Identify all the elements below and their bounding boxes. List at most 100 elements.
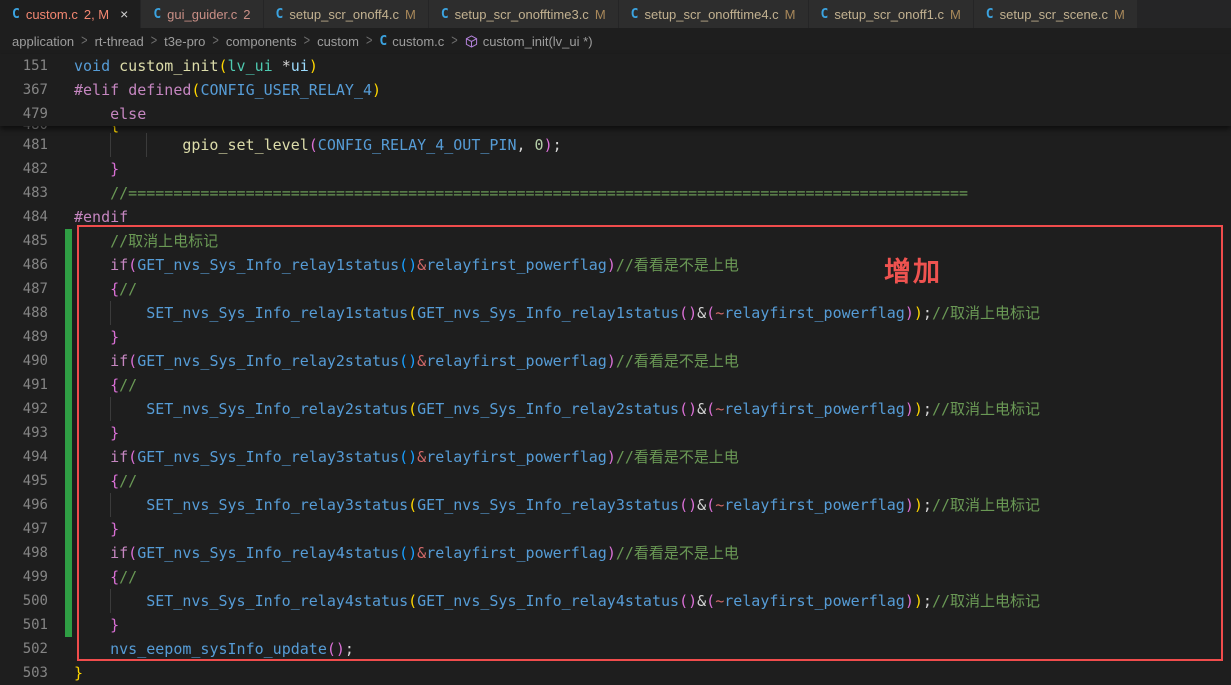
gutter-change-bar bbox=[65, 229, 72, 253]
gutter-change-bar bbox=[65, 613, 72, 637]
code-editor[interactable]: 151 void custom_init(lv_ui *ui) 367#elif d… bbox=[0, 54, 1231, 685]
line-number: 479 bbox=[0, 102, 48, 126]
code-text: #endif bbox=[74, 208, 128, 226]
code-line-479[interactable]: 479else bbox=[0, 102, 1231, 126]
breadcrumb-item-rt-thread[interactable]: rt-thread bbox=[95, 34, 144, 49]
gutter-change-bar bbox=[65, 325, 72, 349]
code-line-500[interactable]: 500SET_nvs_Sys_Info_relay4status(GET_nvs… bbox=[0, 589, 1231, 613]
code-text: SET_nvs_Sys_Info_relay2status(GET_nvs_Sy… bbox=[74, 400, 1040, 418]
tab-gui_guider.c[interactable]: Cgui_guider.c2 bbox=[141, 0, 263, 28]
tab-setup_scr_onofftime4.c[interactable]: Csetup_scr_onofftime4.cM bbox=[619, 0, 809, 28]
line-number: 485 bbox=[0, 229, 48, 253]
code-line-497[interactable]: 497} bbox=[0, 517, 1231, 541]
line-number: 495 bbox=[0, 469, 48, 493]
tab-setup_scr_onoff4.c[interactable]: Csetup_scr_onoff4.cM bbox=[264, 0, 429, 28]
code-line-499[interactable]: 499{// bbox=[0, 565, 1231, 589]
gutter-change-bar bbox=[65, 493, 72, 517]
code-line-483[interactable]: 483//===================================… bbox=[0, 181, 1231, 205]
tab-label: gui_guider.c bbox=[167, 7, 237, 22]
code-text: if(GET_nvs_Sys_Info_relay3status()&relay… bbox=[74, 448, 739, 466]
code-text: {// bbox=[74, 472, 137, 490]
code-line-482[interactable]: 482} bbox=[0, 157, 1231, 181]
c-file-icon: C bbox=[986, 7, 994, 22]
code-text: } bbox=[74, 520, 119, 538]
close-icon[interactable]: × bbox=[120, 7, 128, 21]
gutter-change-bar bbox=[65, 277, 72, 301]
breadcrumb-label: components bbox=[226, 34, 297, 49]
line-number: 500 bbox=[0, 589, 48, 613]
code-text: {// bbox=[74, 280, 137, 298]
line-number: 496 bbox=[0, 493, 48, 517]
gutter-change-bar bbox=[65, 349, 72, 373]
tab-label: setup_scr_onofftime4.c bbox=[644, 7, 778, 22]
tab-label: custom.c bbox=[26, 7, 78, 22]
tab-setup_scr_onofftime3.c[interactable]: Csetup_scr_onofftime3.c M bbox=[429, 0, 619, 28]
code-text: } bbox=[74, 328, 119, 346]
breadcrumb: application>rt-thread>t3e-pro>components… bbox=[0, 28, 1231, 54]
code-line-488[interactable]: 488SET_nvs_Sys_Info_relay1status(GET_nvs… bbox=[0, 301, 1231, 325]
code-line-493[interactable]: 493} bbox=[0, 421, 1231, 445]
breadcrumb-item-application[interactable]: application bbox=[12, 34, 74, 49]
code-line-492[interactable]: 492SET_nvs_Sys_Info_relay2status(GET_nvs… bbox=[0, 397, 1231, 421]
code-line-151[interactable]: 151 void custom_init(lv_ui *ui) bbox=[0, 54, 1231, 78]
breadcrumb-label: custom bbox=[317, 34, 359, 49]
code-text: {// bbox=[74, 376, 137, 394]
code-text: {// bbox=[74, 568, 137, 586]
line-number: 483 bbox=[0, 181, 48, 205]
chevron-right-icon: > bbox=[81, 33, 87, 49]
code-line-490[interactable]: 490if(GET_nvs_Sys_Info_relay2status()&re… bbox=[0, 349, 1231, 373]
tab-status-badge: M bbox=[595, 7, 606, 22]
code-line-486[interactable]: 486if(GET_nvs_Sys_Info_relay1status()&re… bbox=[0, 253, 1231, 277]
c-file-icon: C bbox=[276, 7, 284, 22]
tab-setup_scr_scene.c[interactable]: Csetup_scr_scene.cM bbox=[974, 0, 1138, 28]
breadcrumb-item-symbol[interactable]: custom_init(lv_ui *) bbox=[465, 34, 593, 49]
gutter-change-bar bbox=[65, 253, 72, 277]
breadcrumb-item-t3e-pro[interactable]: t3e-pro bbox=[164, 34, 205, 49]
code-line-481[interactable]: 481gpio_set_level(CONFIG_RELAY_4_OUT_PIN… bbox=[0, 133, 1231, 157]
line-number: 502 bbox=[0, 637, 48, 661]
code-text: void custom_init(lv_ui *ui) bbox=[74, 57, 318, 75]
code-text: if(GET_nvs_Sys_Info_relay2status()&relay… bbox=[74, 352, 739, 370]
code-line-495[interactable]: 495 {// bbox=[0, 469, 1231, 493]
line-number: 491 bbox=[0, 373, 48, 397]
code-line-485[interactable]: 485//取消上电标记 bbox=[0, 229, 1231, 253]
code-line-503[interactable]: 503} bbox=[0, 661, 1231, 685]
breadcrumb-item-components[interactable]: components bbox=[226, 34, 297, 49]
line-number: 367 bbox=[0, 78, 48, 102]
gutter-change-bar bbox=[65, 421, 72, 445]
code-line-480[interactable]: 480{ bbox=[0, 126, 1231, 133]
code-line-491[interactable]: 491 {// bbox=[0, 373, 1231, 397]
tab-label: setup_scr_scene.c bbox=[1000, 7, 1108, 22]
line-number: 503 bbox=[0, 661, 48, 685]
code-line-496[interactable]: 496SET_nvs_Sys_Info_relay3status(GET_nvs… bbox=[0, 493, 1231, 517]
tab-label: setup_scr_onofftime3.c bbox=[455, 7, 589, 22]
code-text: } bbox=[74, 616, 119, 634]
tab-label: setup_scr_onoff4.c bbox=[289, 7, 399, 22]
gutter-change-bar bbox=[65, 469, 72, 493]
sticky-scroll[interactable]: 151 void custom_init(lv_ui *ui) 367#elif d… bbox=[0, 54, 1231, 126]
gutter-change-bar bbox=[65, 397, 72, 421]
tab-custom.c[interactable]: Ccustom.c2, M× bbox=[0, 0, 141, 28]
code-line-498[interactable]: 498if(GET_nvs_Sys_Info_relay4status()&re… bbox=[0, 541, 1231, 565]
tab-setup_scr_onoff1.c[interactable]: Csetup_scr_onoff1.cM bbox=[809, 0, 974, 28]
code-text: } bbox=[74, 424, 119, 442]
line-number: 493 bbox=[0, 421, 48, 445]
c-file-icon: C bbox=[441, 7, 449, 22]
code-line-494[interactable]: 494if(GET_nvs_Sys_Info_relay3status()&re… bbox=[0, 445, 1231, 469]
tab-bar: Ccustom.c2, M×Cgui_guider.c2Csetup_scr_o… bbox=[0, 0, 1231, 28]
tab-status-badge: M bbox=[950, 7, 961, 22]
breadcrumb-item-custom[interactable]: custom bbox=[317, 34, 359, 49]
gutter-change-bar bbox=[65, 565, 72, 589]
code-line-484[interactable]: 484#endif bbox=[0, 205, 1231, 229]
line-number: 151 bbox=[0, 54, 48, 78]
code-line-480-partial[interactable]: 480{ bbox=[0, 126, 1231, 133]
code-line-501[interactable]: 501} bbox=[0, 613, 1231, 637]
breadcrumb-item-file[interactable]: Ccustom.c bbox=[379, 34, 444, 49]
gutter-change-bar bbox=[65, 373, 72, 397]
code-line-502[interactable]: 502nvs_eepom_sysInfo_update(); bbox=[0, 637, 1231, 661]
code-line-489[interactable]: 489} bbox=[0, 325, 1231, 349]
code-lines[interactable]: 481gpio_set_level(CONFIG_RELAY_4_OUT_PIN… bbox=[0, 133, 1231, 685]
code-line-487[interactable]: 487{// bbox=[0, 277, 1231, 301]
code-line-367[interactable]: 367#elif defined(CONFIG_USER_RELAY_4) bbox=[0, 78, 1231, 102]
c-file-icon: C bbox=[12, 7, 20, 22]
